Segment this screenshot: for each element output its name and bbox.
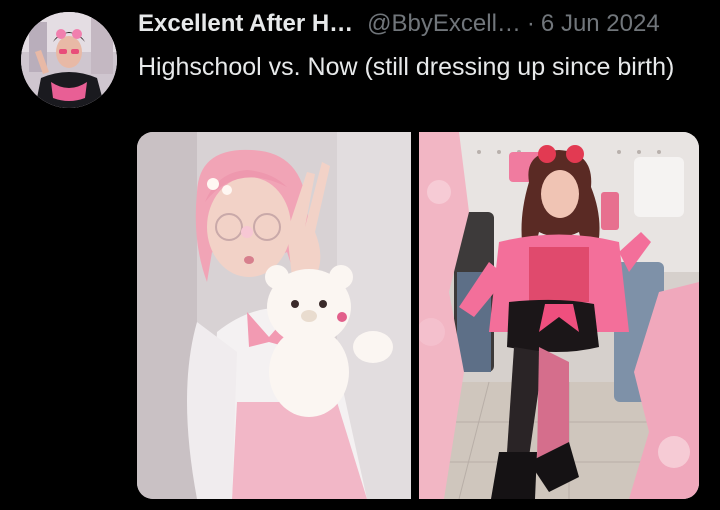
highschool-photo-image: [137, 132, 411, 499]
avatar[interactable]: [21, 12, 117, 108]
tweet-date[interactable]: 6 Jun 2024: [541, 8, 660, 40]
media-grid: [137, 132, 699, 499]
tweet-header: Excellent After H… @BbyExcell… · 6 Jun 2…: [138, 8, 660, 40]
highschool-photo[interactable]: [137, 132, 411, 499]
tweet[interactable]: Excellent After H… @BbyExcell… · 6 Jun 2…: [0, 0, 720, 510]
author-name[interactable]: Excellent After H…: [138, 8, 353, 40]
now-photo-image: [419, 132, 699, 499]
separator-dot: ·: [526, 10, 535, 37]
now-photo[interactable]: [419, 132, 699, 499]
author-handle[interactable]: @BbyExcell…: [367, 8, 521, 40]
tweet-text: Highschool vs. Now (still dressing up si…: [138, 53, 675, 81]
avatar-image: [21, 12, 117, 108]
